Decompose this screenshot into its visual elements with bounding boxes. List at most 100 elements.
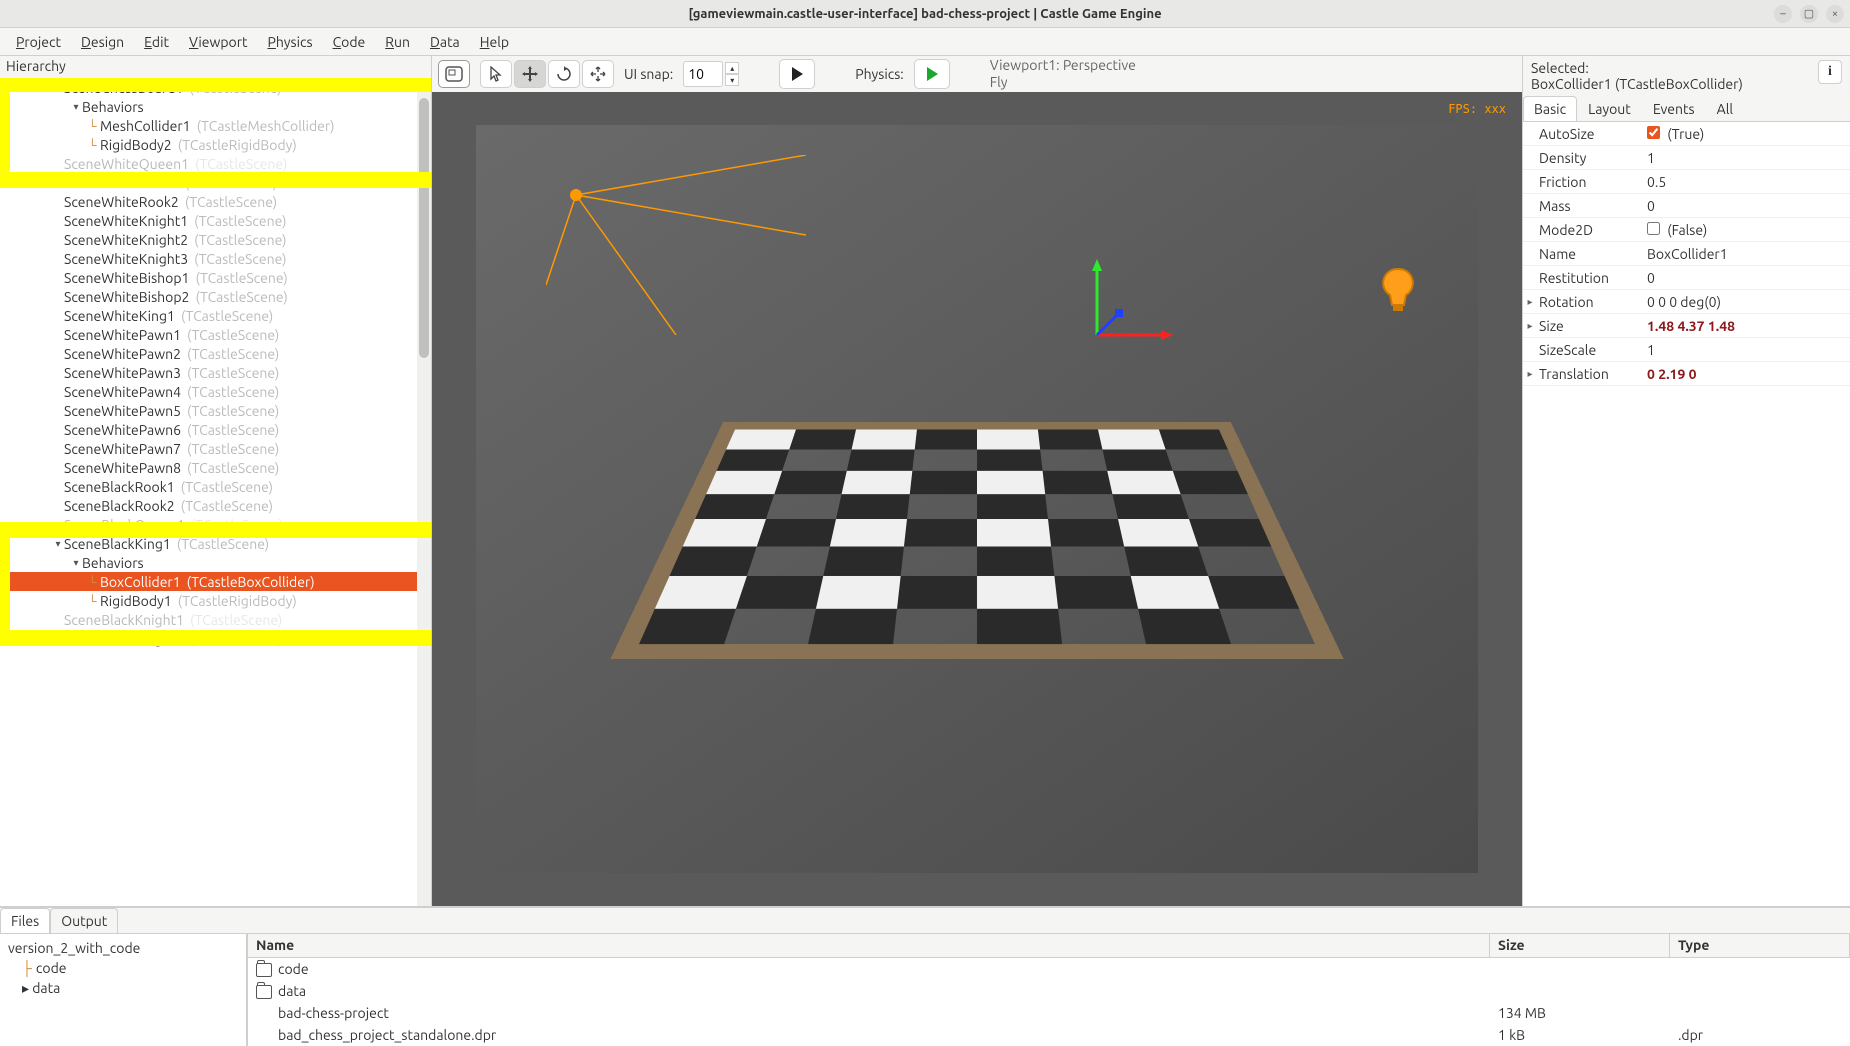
tree-item[interactable]: SceneWhitePawn2(TCastleScene) bbox=[6, 344, 431, 363]
fps-counter: FPS: xxx bbox=[1448, 102, 1506, 116]
tree-item[interactable]: └BoxCollider1(TCastleBoxCollider) bbox=[6, 572, 431, 591]
tree-item[interactable]: ▾SceneChessBoard1(TCastleScene) bbox=[6, 78, 431, 97]
property-grid[interactable]: AutoSize (True)Density1Friction0.5Mass0M… bbox=[1523, 122, 1850, 906]
property-row[interactable]: SizeScale1 bbox=[1523, 338, 1850, 362]
toggle-ui-button[interactable] bbox=[438, 60, 470, 88]
scrollbar-thumb[interactable] bbox=[419, 98, 429, 358]
close-icon[interactable]: × bbox=[1826, 5, 1844, 23]
ui-snap-label: UI snap: bbox=[624, 66, 673, 82]
file-row[interactable]: data bbox=[248, 980, 1850, 1002]
menu-viewport[interactable]: Viewport bbox=[181, 30, 256, 54]
tree-item[interactable]: SceneWhiteRook2(TCastleScene) bbox=[6, 192, 431, 211]
tree-item[interactable]: ▾Behaviors bbox=[6, 97, 431, 116]
menu-data[interactable]: Data bbox=[422, 30, 468, 54]
tree-item[interactable]: SceneBlackRook1(TCastleScene) bbox=[6, 477, 431, 496]
tree-item[interactable]: ▾SceneBlackKing1(TCastleScene) bbox=[6, 534, 431, 553]
menu-code[interactable]: Code bbox=[325, 30, 374, 54]
snap-up-button[interactable]: ▴ bbox=[725, 62, 739, 74]
physics-play-button[interactable] bbox=[914, 59, 950, 89]
tree-item[interactable]: SceneWhiteKing1(TCastleScene) bbox=[6, 306, 431, 325]
tree-item[interactable]: └RigidBody2(TCastleRigidBody) bbox=[6, 135, 431, 154]
property-checkbox[interactable] bbox=[1647, 222, 1660, 235]
menu-physics[interactable]: Physics bbox=[260, 30, 321, 54]
viewport-toolbar: UI snap: ▴ ▾ Physics: bbox=[432, 56, 1522, 92]
window-title: [gameviewmain.castle-user-interface] bad… bbox=[688, 7, 1161, 21]
maximize-icon[interactable]: ▢ bbox=[1800, 5, 1818, 23]
menu-design[interactable]: Design bbox=[73, 30, 132, 54]
tree-item[interactable]: SceneWhiteKnight2(TCastleScene) bbox=[6, 230, 431, 249]
tab-files[interactable]: Files bbox=[0, 908, 50, 933]
property-row[interactable]: AutoSize (True) bbox=[1523, 122, 1850, 146]
scrollbar[interactable] bbox=[417, 78, 431, 906]
tree-item[interactable]: SceneWhiteRook1(TCastleScene) bbox=[6, 173, 431, 192]
property-row[interactable]: ▸Rotation0 0 0 deg(0) bbox=[1523, 290, 1850, 314]
minimize-icon[interactable]: – bbox=[1774, 5, 1792, 23]
tree-item[interactable]: SceneBlackRook2(TCastleScene) bbox=[6, 496, 431, 515]
menu-help[interactable]: Help bbox=[472, 30, 517, 54]
tab-layout[interactable]: Layout bbox=[1577, 96, 1642, 121]
tab-output[interactable]: Output bbox=[50, 908, 118, 933]
tree-item[interactable]: SceneWhitePawn7(TCastleScene) bbox=[6, 439, 431, 458]
property-row[interactable]: Friction0.5 bbox=[1523, 170, 1850, 194]
tree-item[interactable]: SceneWhitePawn3(TCastleScene) bbox=[6, 363, 431, 382]
viewport-3d[interactable]: FPS: xxx bbox=[432, 92, 1522, 906]
tab-basic[interactable]: Basic bbox=[1523, 96, 1577, 121]
col-name[interactable]: Name bbox=[248, 934, 1490, 957]
property-checkbox[interactable] bbox=[1647, 126, 1660, 139]
tree-item[interactable]: SceneWhiteKnight1(TCastleScene) bbox=[6, 211, 431, 230]
tree-item[interactable]: SceneWhiteBishop2(TCastleScene) bbox=[6, 287, 431, 306]
tree-item[interactable]: └RigidBody1(TCastleRigidBody) bbox=[6, 591, 431, 610]
camera-frustum-icon bbox=[546, 155, 806, 335]
tree-item[interactable]: SceneWhiteQueen1(TCastleScene) bbox=[6, 154, 431, 173]
hierarchy-tree[interactable]: ▾SceneChessBoard1(TCastleScene)▾Behavior… bbox=[0, 78, 431, 906]
folder-tree-item[interactable]: version_2_with_code bbox=[8, 938, 238, 958]
file-row[interactable]: bad-chess-project134 MB bbox=[248, 1002, 1850, 1024]
property-row[interactable]: ▸Translation0 2.19 0 bbox=[1523, 362, 1850, 386]
property-row[interactable]: NameBoxCollider1 bbox=[1523, 242, 1850, 266]
file-row[interactable]: code bbox=[248, 958, 1850, 980]
tree-item[interactable]: SceneWhitePawn5(TCastleScene) bbox=[6, 401, 431, 420]
hierarchy-title: Hierarchy bbox=[0, 56, 431, 78]
menu-run[interactable]: Run bbox=[377, 30, 418, 54]
physics-label: Physics: bbox=[855, 66, 903, 82]
scale-tool-button[interactable] bbox=[582, 60, 614, 88]
file-list[interactable]: Name Size Type codedatabad-chess-project… bbox=[248, 934, 1850, 1046]
folder-tree-item[interactable]: ▸ data bbox=[8, 978, 238, 998]
tree-item[interactable]: SceneBlackKnight2(TCastleScene) bbox=[6, 629, 431, 648]
ui-snap-input[interactable] bbox=[683, 61, 723, 87]
tree-item[interactable]: └MeshCollider1(TCastleMeshCollider) bbox=[6, 116, 431, 135]
tab-all[interactable]: All bbox=[1706, 96, 1744, 121]
property-row[interactable]: ▸Size1.48 4.37 1.48 bbox=[1523, 314, 1850, 338]
tab-events[interactable]: Events bbox=[1642, 96, 1706, 121]
property-row[interactable]: Mode2D (False) bbox=[1523, 218, 1850, 242]
tree-item[interactable]: SceneBlackKnight1(TCastleScene) bbox=[6, 610, 431, 629]
rotate-tool-button[interactable] bbox=[548, 60, 580, 88]
selected-label: Selected: bbox=[1531, 60, 1743, 76]
play-button[interactable] bbox=[779, 59, 815, 89]
select-tool-button[interactable] bbox=[480, 60, 512, 88]
folder-tree-item[interactable]: ├ code bbox=[8, 958, 238, 978]
menubar: Project Design Edit Viewport Physics Cod… bbox=[0, 28, 1850, 56]
col-type[interactable]: Type bbox=[1670, 934, 1850, 957]
transform-gizmo-icon bbox=[1057, 255, 1177, 375]
tree-item[interactable]: SceneWhitePawn1(TCastleScene) bbox=[6, 325, 431, 344]
menu-project[interactable]: Project bbox=[8, 30, 69, 54]
tree-item[interactable]: SceneWhitePawn8(TCastleScene) bbox=[6, 458, 431, 477]
col-size[interactable]: Size bbox=[1490, 934, 1670, 957]
tree-item[interactable]: ▾Behaviors bbox=[6, 553, 431, 572]
tree-item[interactable]: SceneWhitePawn4(TCastleScene) bbox=[6, 382, 431, 401]
inspector-tabs: Basic Layout Events All bbox=[1523, 96, 1850, 122]
tree-item[interactable]: SceneWhiteKnight3(TCastleScene) bbox=[6, 249, 431, 268]
property-row[interactable]: Density1 bbox=[1523, 146, 1850, 170]
file-row[interactable]: bad_chess_project_standalone.dpr1 kB.dpr bbox=[248, 1024, 1850, 1046]
tree-item[interactable]: SceneBlackQueen1(TCastleScene) bbox=[6, 515, 431, 534]
tree-item[interactable]: SceneWhitePawn6(TCastleScene) bbox=[6, 420, 431, 439]
menu-edit[interactable]: Edit bbox=[136, 30, 177, 54]
move-tool-button[interactable] bbox=[514, 60, 546, 88]
folder-tree[interactable]: version_2_with_code├ code▸ data bbox=[0, 934, 248, 1046]
info-button[interactable]: i bbox=[1818, 60, 1842, 84]
tree-item[interactable]: SceneWhiteBishop1(TCastleScene) bbox=[6, 268, 431, 287]
property-row[interactable]: Restitution0 bbox=[1523, 266, 1850, 290]
property-row[interactable]: Mass0 bbox=[1523, 194, 1850, 218]
snap-down-button[interactable]: ▾ bbox=[725, 74, 739, 86]
